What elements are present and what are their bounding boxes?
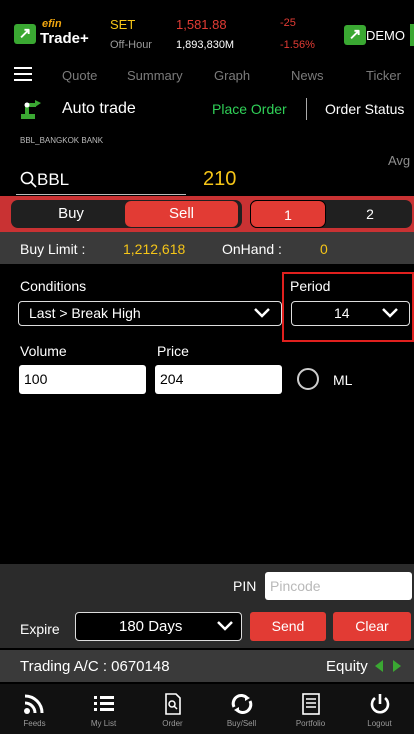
chevron-down-icon bbox=[254, 308, 270, 318]
tab-order[interactable]: Order bbox=[138, 688, 207, 734]
order-status-link[interactable]: Order Status bbox=[325, 101, 404, 117]
volume-input[interactable]: 100 bbox=[19, 365, 146, 394]
switch-account-arrows-icon[interactable] bbox=[373, 659, 411, 673]
buy-limit-label: Buy Limit : bbox=[20, 241, 86, 257]
demo-indicator bbox=[410, 24, 414, 46]
expire-label: Expire bbox=[20, 621, 60, 637]
tab-label: Portfolio bbox=[295, 719, 326, 728]
index-value: 1,581.88 bbox=[176, 17, 227, 32]
conditions-label: Conditions bbox=[20, 278, 87, 294]
tab-label: Order bbox=[162, 719, 183, 728]
onhand-label: OnHand : bbox=[222, 241, 282, 257]
tab-logout[interactable]: Logout bbox=[345, 688, 414, 734]
price-input[interactable]: 204 bbox=[155, 365, 282, 394]
tab-portfolio[interactable]: Portfolio bbox=[276, 688, 345, 734]
send-button[interactable]: Send bbox=[250, 612, 326, 641]
buy-limit-value: 1,212,618 bbox=[123, 241, 186, 257]
expire-select[interactable]: 180 Days bbox=[75, 612, 242, 641]
expire-value: 180 Days bbox=[119, 618, 183, 635]
logo-efin: efin bbox=[42, 18, 62, 30]
rss-icon bbox=[23, 694, 43, 714]
robot-arm-icon bbox=[18, 95, 44, 121]
page-1-button[interactable]: 1 bbox=[250, 200, 326, 228]
account-label-text: Trading A/C : bbox=[20, 658, 107, 675]
account-type: Equity bbox=[326, 658, 368, 675]
portfolio-icon bbox=[301, 693, 320, 715]
period-select[interactable]: 14 bbox=[291, 301, 410, 326]
tab-my-list[interactable]: My List bbox=[69, 688, 138, 734]
ml-radio[interactable] bbox=[297, 368, 319, 390]
tab-label: My List bbox=[90, 719, 117, 728]
nav-news[interactable]: News bbox=[291, 68, 324, 83]
nav-ticker[interactable]: Ticker bbox=[366, 68, 401, 83]
hamburger-menu-icon[interactable] bbox=[14, 67, 32, 81]
tab-label: Feeds bbox=[23, 719, 46, 728]
tab-label: Logout bbox=[367, 719, 392, 728]
buy-button[interactable]: Buy bbox=[13, 202, 129, 226]
exchange-icon bbox=[231, 694, 252, 714]
pin-input[interactable]: Pincode bbox=[265, 572, 412, 600]
symbol-input[interactable]: BBL bbox=[37, 170, 69, 190]
sell-button[interactable]: Sell bbox=[125, 201, 238, 227]
conditions-select[interactable]: Last > Break High bbox=[18, 301, 282, 326]
list-icon bbox=[93, 696, 114, 711]
page-2-button[interactable]: 2 bbox=[330, 200, 410, 228]
last-price: 210 bbox=[203, 168, 237, 190]
nav-summary[interactable]: Summary bbox=[127, 68, 183, 83]
clear-button[interactable]: Clear bbox=[333, 612, 411, 641]
period-value: 14 bbox=[334, 305, 350, 321]
tab-feeds[interactable]: Feeds bbox=[0, 688, 69, 734]
avg-label: Avg bbox=[388, 153, 411, 168]
index-volume: 1,893,830M bbox=[176, 39, 235, 51]
logo-trade-plus: Trade+ bbox=[40, 30, 89, 47]
tab-label: Buy/Sell bbox=[226, 719, 257, 728]
symbol-underline bbox=[16, 194, 186, 195]
index-change: -25 bbox=[280, 17, 296, 29]
tab-buy-sell[interactable]: Buy/Sell bbox=[207, 688, 276, 734]
stock-full-name: BBL_BANGKOK BANK bbox=[20, 136, 104, 145]
session-status: Off-Hour bbox=[110, 39, 152, 51]
account-label: Trading A/C : 0670148 bbox=[20, 658, 170, 675]
volume-label: Volume bbox=[20, 343, 67, 359]
place-order-link[interactable]: Place Order bbox=[212, 101, 287, 117]
search-icon[interactable] bbox=[19, 170, 39, 190]
index-change-pct: -1.56% bbox=[280, 39, 315, 51]
onhand-value: 0 bbox=[320, 241, 328, 257]
account-number: 0670148 bbox=[111, 658, 170, 675]
period-label: Period bbox=[290, 278, 331, 294]
efin-logo-icon: ↗ bbox=[14, 24, 36, 44]
demo-badge: DEMO bbox=[366, 28, 405, 43]
pin-label: PIN bbox=[233, 578, 257, 594]
conditions-value: Last > Break High bbox=[29, 305, 141, 321]
index-name: SET bbox=[110, 17, 136, 32]
power-icon bbox=[370, 694, 389, 714]
price-label: Price bbox=[157, 343, 189, 359]
demo-logo-icon: ↗ bbox=[344, 25, 366, 45]
chevron-down-icon bbox=[382, 308, 398, 318]
header-divider bbox=[306, 98, 307, 120]
page-title: Auto trade bbox=[62, 100, 136, 117]
nav-graph[interactable]: Graph bbox=[214, 68, 250, 83]
app-screen: ↗ efin Trade+ SET 1,581.88 -25 Off-Hour … bbox=[0, 0, 414, 734]
chevron-down-icon bbox=[217, 621, 233, 631]
nav-quote[interactable]: Quote bbox=[62, 68, 97, 83]
ml-label: ML bbox=[333, 372, 353, 388]
document-search-icon bbox=[164, 693, 181, 715]
